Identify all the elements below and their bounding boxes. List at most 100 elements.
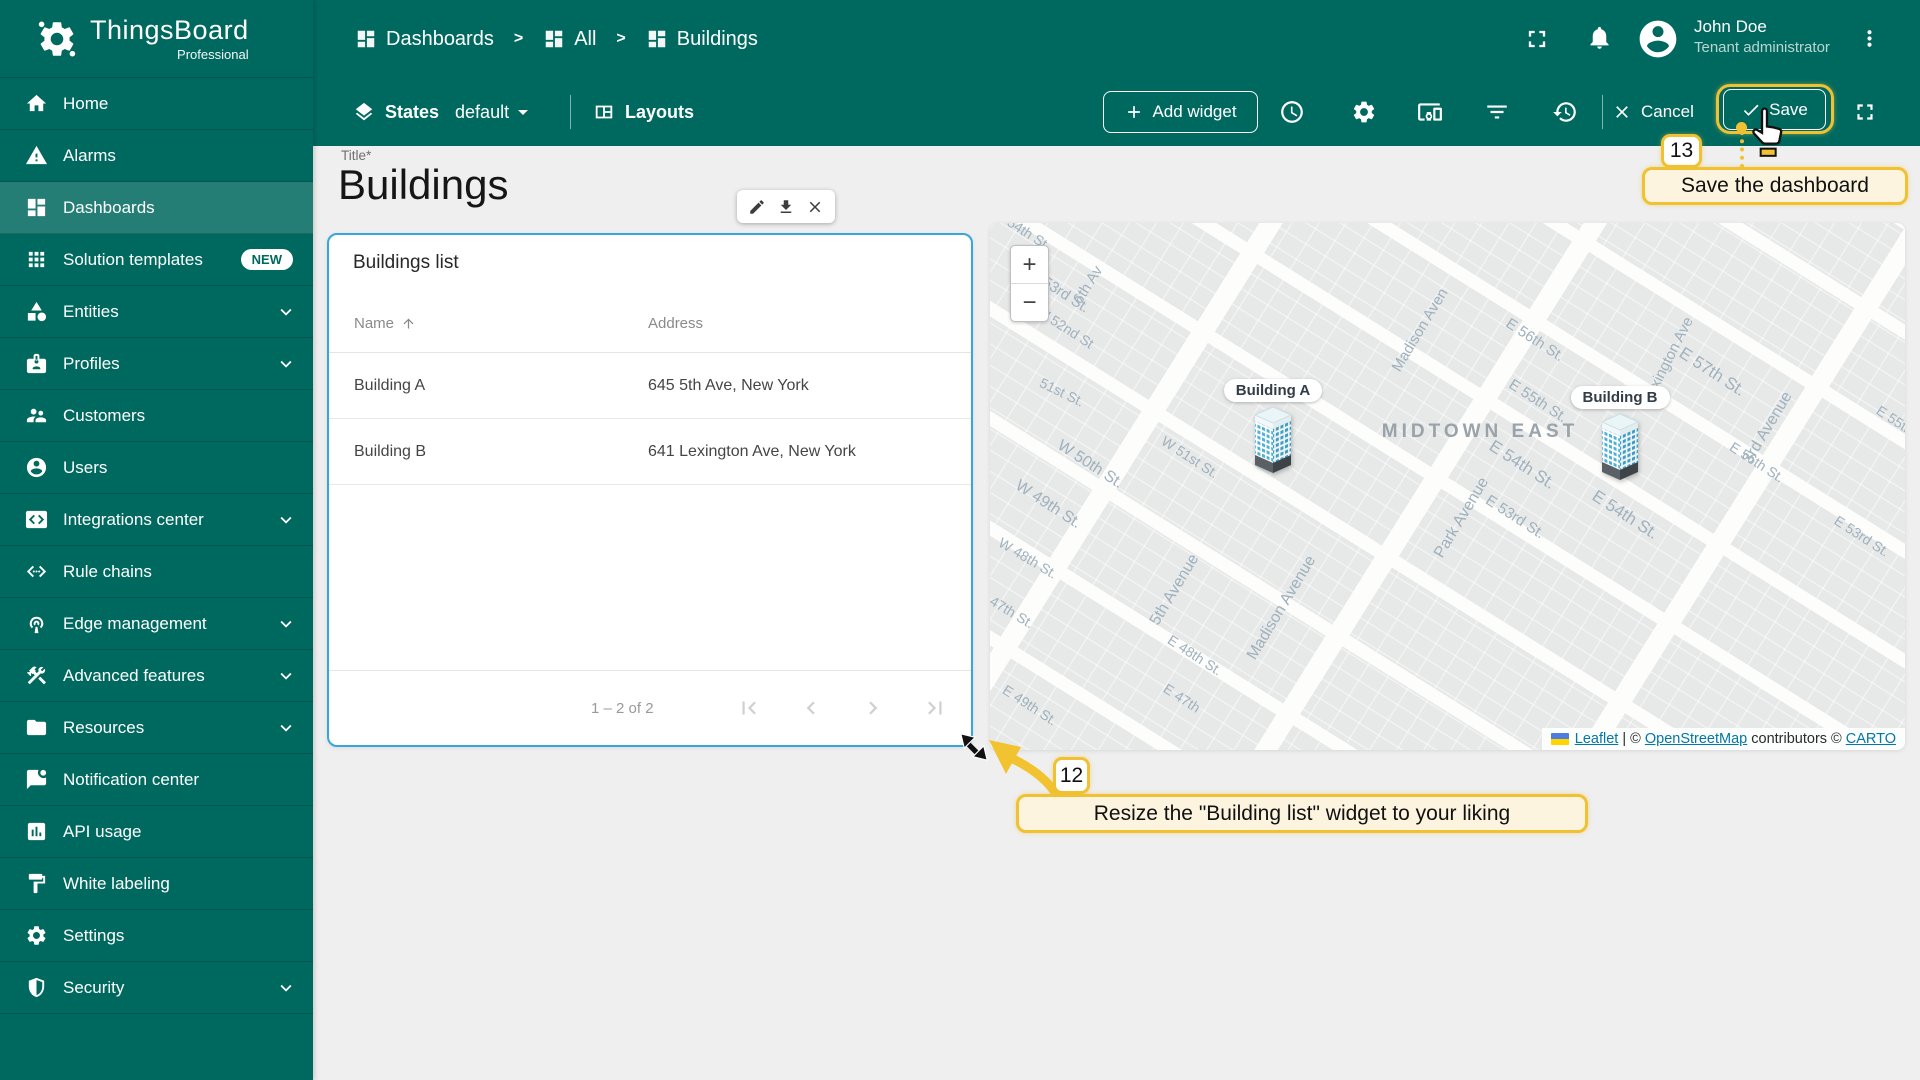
breadcrumb-dashboards[interactable]: Dashboards — [355, 28, 494, 51]
notification-center-icon — [25, 768, 48, 791]
users-icon — [25, 456, 48, 479]
chevron-down-icon — [275, 665, 297, 687]
table-header: Name Address — [329, 295, 971, 353]
fullscreen-icon[interactable] — [1852, 99, 1878, 125]
carto-link[interactable]: CARTO — [1846, 731, 1896, 747]
brand-subtitle: Professional — [177, 47, 249, 62]
map-zoom-control: + − — [1010, 245, 1049, 322]
sidebar-item-white-labeling[interactable]: White labeling — [0, 858, 313, 910]
page-title: Buildings — [338, 161, 509, 208]
sidebar-item-customers[interactable]: Customers — [0, 390, 313, 442]
sidebar-item-home[interactable]: Home — [0, 78, 313, 130]
zoom-in-button[interactable]: + — [1011, 246, 1048, 284]
sidebar-item-rule-chains[interactable]: Rule chains — [0, 546, 313, 598]
previous-page-button[interactable] — [789, 686, 833, 730]
add-widget-button[interactable]: Add widget — [1103, 91, 1258, 133]
logo[interactable]: ThingsBoard Professional — [0, 0, 313, 78]
dashboard-settings-icon[interactable] — [1351, 99, 1377, 125]
avatar[interactable] — [1636, 17, 1680, 61]
sort-asc-icon[interactable] — [394, 316, 416, 331]
download-widget-icon[interactable] — [777, 198, 795, 216]
sidebar-item-profiles[interactable]: Profiles — [0, 338, 313, 390]
map-marker-building-b[interactable]: Building B — [1565, 386, 1675, 488]
toolbar-divider — [570, 95, 571, 129]
fullscreen-icon[interactable] — [1523, 25, 1551, 53]
column-address[interactable]: Address — [648, 315, 703, 332]
cancel-button[interactable]: Cancel — [1612, 91, 1694, 133]
table-row[interactable]: Building A 645 5th Ave, New York — [329, 353, 971, 419]
chevron-down-icon — [275, 613, 297, 635]
sidebar-item-resources[interactable]: Resources — [0, 702, 313, 754]
dropdown-caret-icon — [509, 100, 535, 124]
notifications-bell-icon[interactable] — [1586, 24, 1613, 51]
chevron-down-icon — [275, 509, 297, 531]
filters-icon[interactable] — [1484, 99, 1510, 125]
map-marker-building-a[interactable]: Building A — [1218, 379, 1328, 481]
more-options-icon[interactable] — [1857, 26, 1882, 51]
version-history-icon[interactable] — [1552, 99, 1578, 125]
dashboard-icon — [357, 30, 375, 48]
brand-name: ThingsBoard — [90, 15, 249, 45]
sidebar-item-advanced-features[interactable]: Advanced features — [0, 650, 313, 702]
sidebar-item-settings[interactable]: Settings — [0, 910, 313, 962]
thingsboard-dashboard-edit-screen: { "brand": {"name": "ThingsBoard", "subt… — [0, 0, 1920, 1080]
entities-icon — [25, 300, 48, 323]
white-labeling-icon — [25, 872, 48, 895]
close-icon — [1616, 106, 1628, 118]
sidebar-item-api-usage[interactable]: API usage — [0, 806, 313, 858]
map-widget[interactable]: W 54th St. W 53rd St. 6th Av W 52nd St 51st … — [990, 223, 1905, 750]
edge-management-icon — [25, 612, 48, 635]
leaflet-link[interactable]: Leaflet — [1575, 731, 1619, 747]
customers-icon — [25, 404, 48, 427]
thingsboard-logo-icon — [36, 18, 78, 60]
breadcrumb-separator: > — [513, 30, 524, 47]
sidebar-item-alarms[interactable]: Alarms — [0, 130, 313, 182]
step12-number-badge: 12 — [1053, 757, 1090, 794]
edit-widget-icon[interactable] — [748, 198, 766, 216]
sidebar-item-users[interactable]: Users — [0, 442, 313, 494]
ukraine-flag-icon — [1550, 733, 1569, 745]
alarms-icon — [25, 144, 48, 167]
cell-address: 641 Lexington Ave, New York — [648, 442, 856, 460]
chevron-down-icon — [275, 977, 297, 999]
profiles-icon — [25, 352, 48, 375]
breadcrumb-all[interactable]: All — [543, 28, 596, 51]
time-window-icon[interactable] — [1279, 99, 1305, 125]
sidebar-item-edge-management[interactable]: Edge management — [0, 598, 313, 650]
sidebar-menu: Home Alarms Dashboards Solution templates NE… — [0, 78, 313, 1014]
paginator: 1 – 2 of 2 — [329, 670, 971, 745]
hand-cursor-icon — [1752, 107, 1783, 157]
widget-title: Buildings list — [353, 252, 459, 273]
states-selector[interactable]: States default — [353, 78, 535, 146]
building-icon — [1600, 413, 1640, 480]
entity-aliases-icon[interactable] — [1417, 99, 1443, 125]
sidebar-item-solution-templates[interactable]: Solution templates NEW — [0, 234, 313, 286]
sidebar-item-integrations-center[interactable]: Integrations center — [0, 494, 313, 546]
first-page-button[interactable] — [727, 686, 771, 730]
step13-number-badge: 13 — [1661, 134, 1702, 168]
column-name[interactable]: Name — [354, 315, 394, 332]
cell-address: 645 5th Ave, New York — [648, 376, 809, 394]
api-usage-icon — [25, 820, 48, 843]
rule-chains-icon — [25, 560, 48, 583]
openstreetmap-link[interactable]: OpenStreetMap — [1645, 731, 1747, 747]
breadcrumb-buildings[interactable]: Buildings — [646, 28, 758, 51]
layouts-button[interactable]: Layouts — [593, 78, 694, 146]
new-badge: NEW — [240, 249, 293, 270]
user-menu[interactable]: John Doe Tenant administrator — [1694, 16, 1830, 58]
buildings-list-widget[interactable]: Buildings list Name Address Building A 64… — [327, 233, 973, 747]
layers-icon — [355, 102, 373, 121]
last-page-button[interactable] — [913, 686, 957, 730]
sidebar-item-entities[interactable]: Entities — [0, 286, 313, 338]
remove-widget-icon[interactable] — [806, 198, 824, 216]
widget-action-toolbar — [737, 190, 835, 223]
next-page-button[interactable] — [851, 686, 895, 730]
dashboard-icon — [648, 30, 666, 48]
zoom-out-button[interactable]: − — [1011, 284, 1048, 321]
sidebar-item-dashboards[interactable]: Dashboards — [0, 182, 313, 234]
table-row[interactable]: Building B 641 Lexington Ave, New York — [329, 419, 971, 485]
breadcrumb: Dashboards > All > Buildings — [355, 0, 758, 78]
sidebar-item-notification-center[interactable]: Notification center — [0, 754, 313, 806]
solution-templates-icon — [25, 248, 48, 271]
sidebar-item-security[interactable]: Security — [0, 962, 313, 1014]
